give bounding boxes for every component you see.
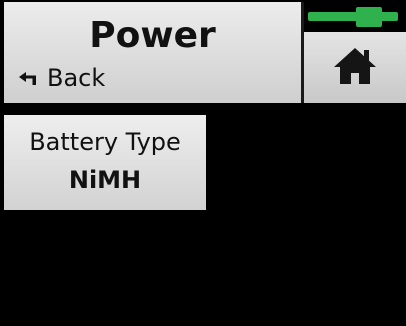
home-button[interactable]	[304, 32, 406, 103]
header-bar: Power Back	[4, 2, 301, 103]
battery-indicator	[304, 2, 406, 32]
back-arrow-icon	[18, 64, 47, 92]
back-button[interactable]: Back	[18, 62, 105, 94]
battery-icon	[308, 12, 398, 21]
battery-level-marker	[356, 7, 382, 27]
back-label: Back	[47, 64, 106, 92]
home-icon	[332, 46, 378, 90]
page-title: Power	[89, 15, 216, 56]
header-side-panel	[304, 2, 406, 103]
battery-type-value: NiMH	[68, 166, 142, 194]
battery-type-label: Battery Type	[29, 128, 181, 156]
battery-type-setting[interactable]: Battery Type NiMH	[4, 115, 206, 210]
